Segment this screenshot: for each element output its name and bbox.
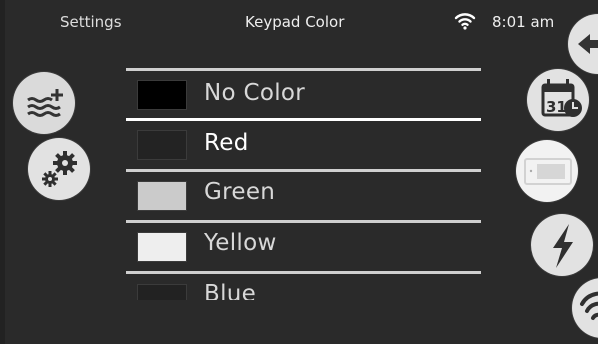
- list-item-selected[interactable]: Red: [126, 118, 481, 168]
- power-button[interactable]: [531, 214, 593, 276]
- divider: [126, 118, 481, 121]
- clock-time: 8:01 am: [492, 13, 555, 31]
- wifi-settings-button[interactable]: [572, 278, 598, 338]
- color-swatch: [137, 130, 187, 160]
- page-title: Keypad Color: [245, 13, 345, 31]
- calendar-day: 31: [546, 98, 567, 116]
- list-item[interactable]: Green: [126, 169, 481, 219]
- list-item[interactable]: Blue: [126, 271, 481, 300]
- keypad-button[interactable]: [516, 140, 578, 202]
- gears-icon: [42, 151, 77, 187]
- calendar-clock-icon: 31: [541, 79, 582, 117]
- color-name: Green: [204, 179, 276, 205]
- lightning-icon: [553, 224, 573, 268]
- color-swatch: [137, 284, 187, 300]
- color-swatch: [137, 80, 187, 110]
- wifi-icon: [580, 291, 598, 320]
- keypad-device-icon: [524, 158, 572, 185]
- header-bar: Settings Keypad Color 8:01 am: [5, 0, 598, 44]
- color-swatch: [137, 232, 187, 262]
- divider: [126, 68, 481, 71]
- water-add-button[interactable]: [13, 72, 75, 134]
- divider: [126, 169, 481, 172]
- schedule-button[interactable]: 31: [527, 69, 589, 131]
- water-add-icon: [27, 89, 63, 117]
- back-arrow-icon: [578, 34, 598, 54]
- settings-breadcrumb[interactable]: Settings: [60, 13, 122, 31]
- list-item[interactable]: Yellow: [126, 220, 481, 270]
- list-item[interactable]: No Color: [126, 68, 481, 118]
- divider: [126, 271, 481, 274]
- settings-button[interactable]: [28, 138, 90, 200]
- color-name: No Color: [204, 80, 306, 106]
- divider: [126, 220, 481, 223]
- color-swatch: [137, 181, 187, 211]
- color-list[interactable]: No Color Red Green Yellow Blue: [126, 68, 481, 300]
- wifi-icon: [454, 13, 476, 30]
- color-name: Blue: [204, 281, 257, 300]
- screen: Settings Keypad Color 8:01 am 31 No Colo…: [5, 0, 598, 344]
- color-name: Yellow: [204, 230, 277, 256]
- back-button[interactable]: [568, 14, 598, 74]
- color-name: Red: [204, 130, 249, 156]
